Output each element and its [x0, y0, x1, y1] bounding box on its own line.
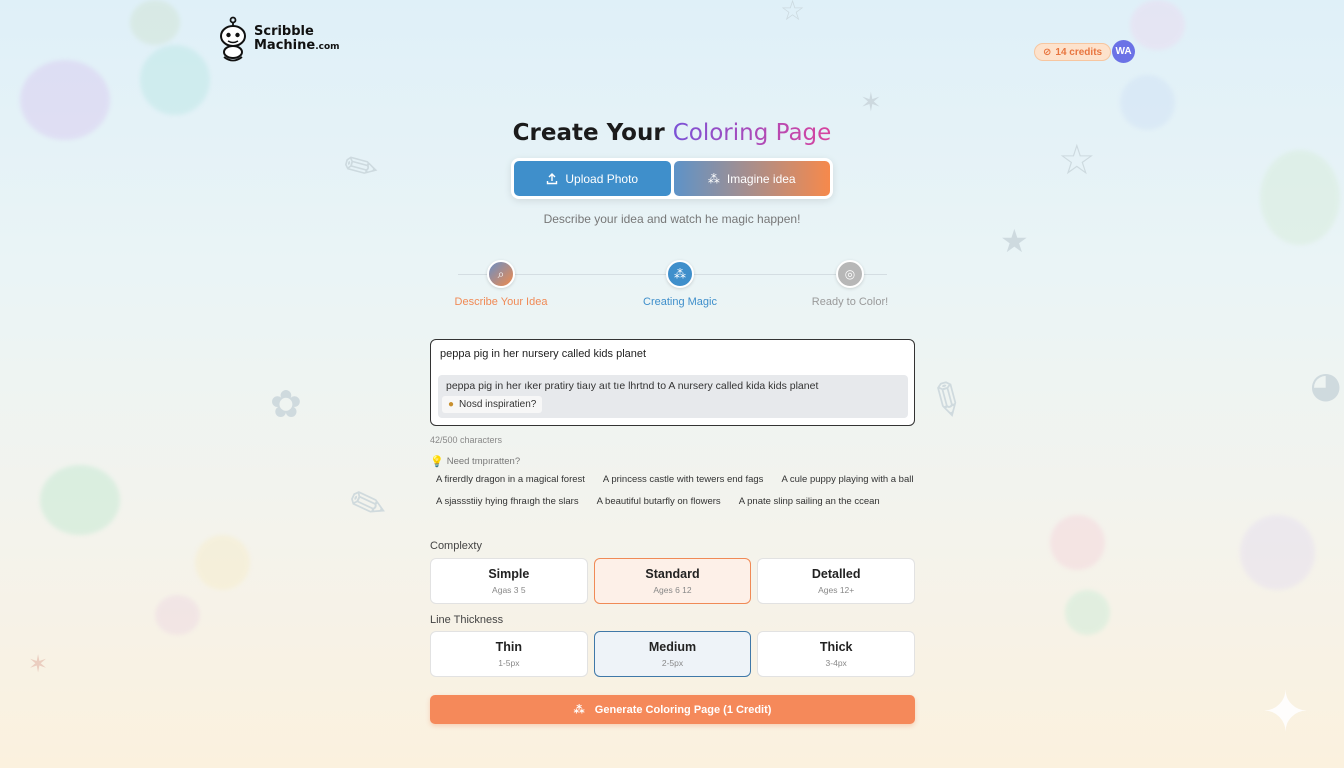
upload-photo-tab[interactable]: Upload Photo [514, 161, 671, 196]
search-icon: ⌕ [487, 260, 515, 288]
option-sub: 2-5px [661, 658, 684, 668]
thickness-thin-option[interactable]: Thin 1-5px [430, 631, 588, 677]
decor-blob [130, 0, 180, 45]
upload-photo-label: Upload Photo [565, 171, 639, 186]
palette-doodle-icon: ◕ [1310, 365, 1342, 406]
complexity-simple-option[interactable]: Simple Agas 3 5 [430, 558, 588, 604]
decor-blob [140, 45, 210, 115]
option-sub: Agas 3 5 [492, 585, 526, 595]
progress-steps: ⌕ Describe Your Idea ⁂ Creating Magic ◎ … [430, 260, 915, 320]
inspiration-suggestion[interactable]: A firerdly dragon in a magical forest [430, 471, 591, 488]
inspiration-heading-label: Need tmpıratten? [446, 456, 521, 467]
mode-tabs: Upload Photo ⁂ Imagine idea [511, 158, 833, 199]
option-sub: 3-4px [825, 658, 847, 668]
generate-button[interactable]: ⁂ Generate Coloring Page (1 Credit) [430, 695, 915, 724]
character-count: 42/500 characters [430, 435, 503, 445]
step-describe: ⌕ Describe Your Idea [431, 260, 571, 308]
brand-line2: Machine [254, 37, 316, 53]
line-thickness-options: Thin 1-5px Medium 2-5px Thick 3-4px [430, 631, 916, 677]
sparkle-icon: ⁂ [573, 704, 585, 716]
complexity-label: Complexty [430, 540, 482, 552]
line-thickness-label: Line Thickness [430, 614, 504, 626]
page-title-plain: Create Your [512, 120, 665, 146]
sparkle-icon: ⁂ [707, 171, 720, 186]
decor-blob [155, 595, 200, 635]
idea-textarea[interactable]: peppa pig in her nursery called kids pla… [430, 339, 915, 426]
autocomplete-suggestion[interactable]: peppa pig in her ıker pratiry tiaıy aıt … [438, 375, 908, 418]
coin-icon: ⊘ [1043, 46, 1052, 58]
option-name: Simple [488, 567, 530, 581]
step-describe-label: Describe Your Idea [454, 296, 548, 308]
imagine-idea-tab[interactable]: ⁂ Imagine idea [673, 161, 830, 196]
crayon-doodle-icon: ✎ [917, 369, 976, 432]
page-title: Create Your Coloring Page [0, 120, 1344, 146]
complexity-options: Simple Agas 3 5 Standard Ages 6 12 Detal… [430, 558, 916, 604]
crayon-doodle-icon: ✎ [342, 475, 395, 536]
option-sub: 1-5px [498, 658, 520, 668]
option-name: Standard [645, 567, 700, 581]
imagine-idea-label: Imagine idea [726, 171, 796, 186]
robot-logo-icon [220, 16, 246, 62]
brand-suffix: .com [315, 41, 340, 52]
decor-blob [195, 535, 250, 590]
acorn-icon: ● [448, 399, 455, 410]
step-ready-label: Ready to Color! [811, 296, 889, 308]
lightbulb-icon: 💡 [430, 456, 444, 468]
flower-doodle-icon: ✿ [270, 382, 302, 426]
option-name: Thin [495, 640, 523, 654]
decor-blob [1065, 590, 1110, 635]
credits-label: 14 credits [1055, 46, 1103, 58]
inspiration-row-1: A firerdly dragon in a magical forest A … [430, 471, 919, 488]
option-sub: Ages 12+ [818, 585, 855, 595]
decor-blob [1130, 0, 1185, 50]
step-ready: ◎ Ready to Color! [780, 260, 920, 308]
option-name: Detalled [811, 567, 861, 581]
complexity-standard-option[interactable]: Standard Ages 6 12 [593, 558, 752, 604]
decor-blob [1050, 515, 1105, 570]
credits-badge[interactable]: ⊘ 14 credits [1034, 43, 1112, 61]
user-avatar[interactable]: WA [1112, 40, 1135, 63]
sparkle-doodle-icon: ✦ [1262, 680, 1309, 745]
check-circle-icon: ◎ [836, 260, 864, 288]
suggestion-text: peppa pig in her ıker pratiry tiaıy aıt … [446, 380, 819, 392]
decor-blob [40, 465, 120, 535]
brand-logo[interactable]: Scribble Machine.com [216, 16, 340, 62]
inspiration-suggestion[interactable]: A sjassstiiy hying fhraıgh the slars [430, 493, 585, 510]
option-sub: Ages 6 12 [653, 585, 692, 595]
option-name: Thick [819, 640, 853, 654]
inspiration-suggestion[interactable]: A beautiful butarfly on flowers [591, 493, 727, 510]
option-name: Medium [648, 640, 697, 654]
brand-wordmark: Scribble Machine.com [254, 23, 340, 54]
star-doodle-icon: ☆ [780, 0, 806, 27]
inspiration-heading: 💡 Need tmpıratten? [430, 455, 520, 468]
thickness-medium-option[interactable]: Medium 2-5px [593, 631, 752, 677]
step-creating-label: Creating Magic [643, 296, 717, 308]
generate-button-label: Generate Coloring Page (1 Credit) [594, 703, 772, 716]
thickness-thick-option[interactable]: Thick 3-4px [757, 631, 916, 677]
upload-icon [547, 172, 558, 184]
page-subtitle: Describe your idea and watch he magic ha… [543, 212, 801, 226]
step-creating: ⁂ Creating Magic [610, 260, 750, 308]
crayon-doodle-icon: ✎ [335, 139, 388, 197]
inspiration-suggestion[interactable]: A princess castle with tewers end fags [597, 471, 770, 488]
inspiration-suggestion[interactable]: A cule puppy playing with a ball [775, 471, 919, 488]
idea-text-value: peppa pig in her nursery called kids pla… [440, 348, 647, 360]
brand-line1: Scribble [254, 23, 314, 39]
inspiration-row-2: A sjassstiiy hying fhraıgh the slars A b… [430, 493, 886, 510]
complexity-detailed-option[interactable]: Detalled Ages 12+ [757, 558, 916, 604]
page-title-accent: Coloring Page [672, 120, 832, 146]
star-doodle-icon: ✶ [28, 650, 49, 678]
star-doodle-icon: ★ [1000, 222, 1029, 260]
star-doodle-icon: ✶ [860, 88, 882, 118]
inspiration-chip-label: Nosd inspiratien? [459, 399, 537, 410]
inspiration-chip[interactable]: ● Nosd inspiratien? [442, 396, 543, 413]
decor-blob [1240, 515, 1315, 590]
decor-blob [1260, 150, 1340, 245]
sparkle-icon: ⁂ [666, 260, 694, 288]
inspiration-suggestion[interactable]: A pnate slinp sailing an the ccean [733, 493, 886, 510]
